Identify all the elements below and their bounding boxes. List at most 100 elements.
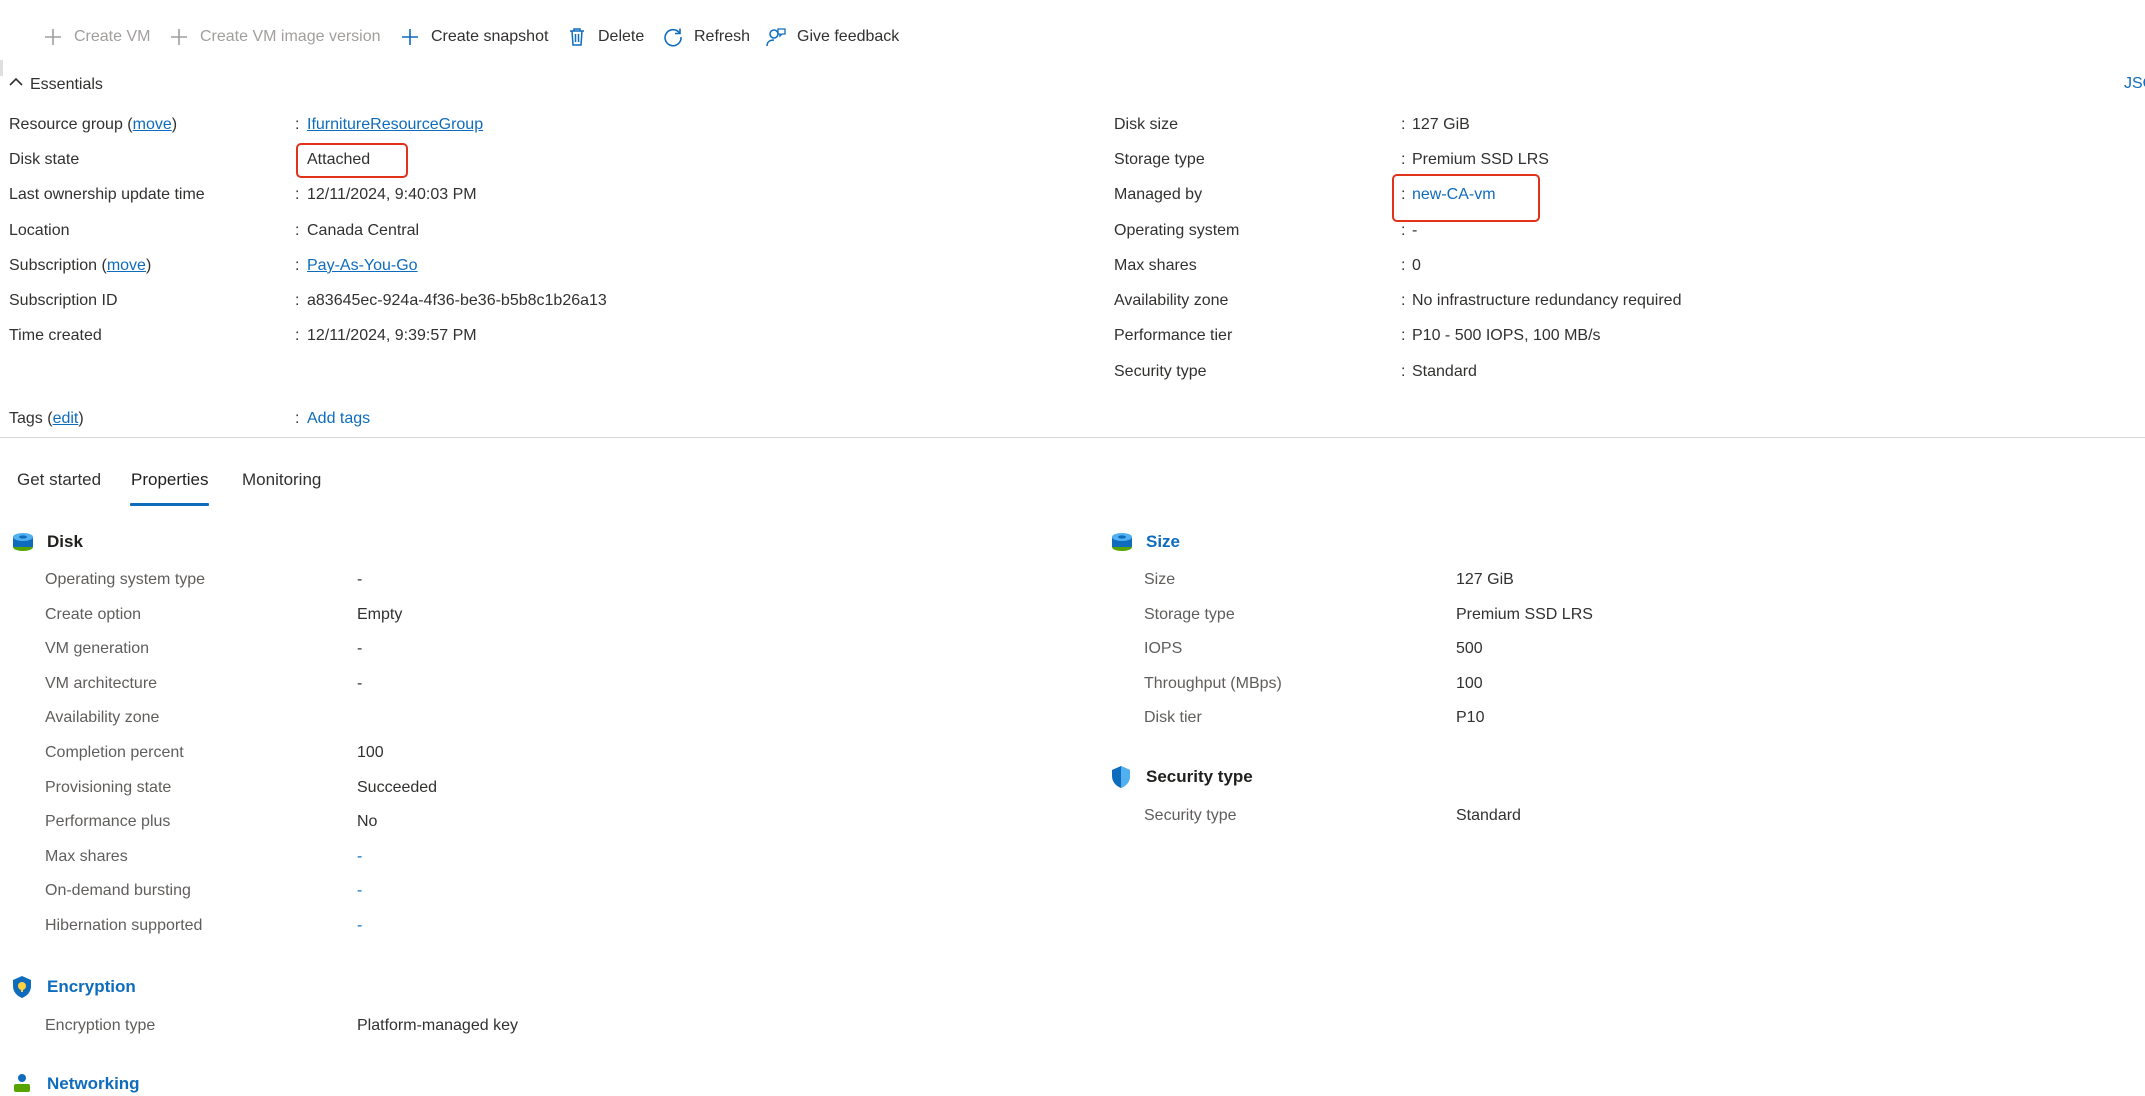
resource-group-label: Resource group (move) [9, 116, 177, 134]
essentials-toggle[interactable]: Essentials [8, 74, 103, 95]
disk-size-value: 127 GiB [1412, 116, 1470, 133]
max-shares-value: 0 [1412, 257, 1421, 274]
move-resource-group-link[interactable]: move [133, 116, 172, 133]
active-tab-indicator [130, 503, 209, 506]
disk-property-label: Max shares [45, 847, 128, 865]
tab-properties[interactable]: Properties [131, 470, 208, 490]
subscription-link[interactable]: Pay-As-You-Go [307, 257, 418, 275]
create-vm-label: Create VM [74, 28, 151, 45]
disk-property-label: VM generation [45, 640, 150, 658]
encryption-title: Encryption [47, 977, 136, 996]
paren-close: ) [78, 410, 84, 427]
security-title: Security type [1146, 767, 1253, 786]
colon: : [295, 257, 300, 274]
create-vm-button[interactable]: Create VM [42, 26, 150, 48]
disk-property-value: 100 [357, 744, 384, 761]
disk-property-label: Availability zone [45, 709, 160, 727]
subscription-id-label: Subscription ID [9, 292, 118, 309]
last-ownership-label: Last ownership update time [9, 186, 205, 203]
time-created-label: Time created [9, 327, 102, 344]
size-property-label: IOPS [1144, 640, 1183, 658]
colon: : [295, 186, 300, 203]
move-subscription-link[interactable]: move [107, 257, 146, 274]
network-icon [11, 1072, 35, 1096]
essentials-title: Essentials [30, 75, 103, 93]
resource-group-label-text: Resource group ( [9, 116, 133, 133]
disk-property-value: - [357, 847, 363, 865]
colon: : [295, 292, 300, 309]
size-property-value: 500 [1456, 640, 1483, 658]
edit-tags-link[interactable]: edit [53, 410, 79, 427]
encryption-type-value: Platform-managed key [357, 1017, 518, 1034]
networking-title: Networking [47, 1074, 140, 1093]
create-vm-image-version-button[interactable]: Create VM image version [168, 26, 381, 48]
command-bar: Create VM Create VM image version Create… [0, 0, 2145, 78]
colon: : [1401, 116, 1406, 133]
colon: : [1401, 327, 1406, 344]
create-vm-image-version-label: Create VM image version [200, 28, 381, 45]
subscription-label-text: Subscription ( [9, 257, 107, 274]
give-feedback-button[interactable]: Give feedback [765, 26, 899, 48]
disk-property-value: - [357, 674, 363, 692]
managed-by-label: Managed by [1114, 186, 1203, 203]
tags-label: Tags (edit) [9, 410, 84, 428]
disk-property-label: Completion percent [45, 744, 184, 761]
size-property-label: Throughput (MBps) [1144, 674, 1282, 692]
disk-property-label: Performance plus [45, 813, 171, 831]
colon: : [1401, 292, 1406, 309]
disk-property-value: - [357, 640, 363, 658]
resource-group-link[interactable]: IfurnitureResourceGroup [307, 116, 483, 134]
security-section-title: Security type [1110, 765, 1253, 789]
essentials-divider [0, 437, 2145, 438]
operating-system-value: - [1412, 222, 1418, 239]
json-view-link[interactable]: JSO [2124, 75, 2145, 93]
chevron-up-icon [8, 74, 24, 95]
disk-property-label: VM architecture [45, 674, 158, 692]
security-type-label: Security type [1114, 363, 1207, 380]
encryption-type-label: Encryption type [45, 1017, 156, 1034]
time-created-value: 12/11/2024, 9:39:57 PM [307, 327, 477, 344]
disk-property-label: On-demand bursting [45, 882, 191, 900]
shield-icon [1110, 765, 1134, 789]
disk-property-label: Create option [45, 605, 142, 623]
max-shares-label: Max shares [1114, 257, 1197, 274]
create-snapshot-button[interactable]: Create snapshot [399, 26, 548, 48]
performance-tier-label: Performance tier [1114, 327, 1233, 344]
plus-icon [168, 26, 190, 48]
subscription-id-value: a83645ec-924a-4f36-be36-b5b8c1b26a13 [307, 292, 607, 309]
tags-label-text: Tags ( [9, 410, 53, 427]
refresh-button[interactable]: Refresh [662, 26, 750, 48]
plus-icon [399, 26, 421, 48]
paren-close: ) [145, 257, 152, 274]
disk-property-value: No [357, 813, 378, 831]
shield-lock-icon [11, 975, 35, 999]
colon: : [295, 116, 300, 133]
colon: : [1401, 222, 1406, 239]
security-type-value: Standard [1412, 363, 1477, 380]
colon: : [1401, 151, 1406, 168]
give-feedback-label: Give feedback [797, 28, 900, 45]
disk-property-value: - [357, 882, 363, 900]
last-ownership-value: 12/11/2024, 9:40:03 PM [307, 186, 477, 203]
tab-monitoring[interactable]: Monitoring [242, 470, 321, 490]
disk-property-label: Operating system type [45, 571, 206, 588]
disk-property-value: Empty [357, 605, 403, 623]
delete-label: Delete [598, 28, 645, 45]
tab-get-started[interactable]: Get started [17, 470, 101, 490]
size-property-value: 100 [1456, 674, 1483, 692]
refresh-label: Refresh [694, 28, 751, 45]
delete-button[interactable]: Delete [566, 26, 644, 48]
storage-type-label: Storage type [1114, 151, 1205, 168]
availability-zone-label: Availability zone [1114, 292, 1229, 309]
location-label: Location [9, 222, 70, 239]
add-tags-link[interactable]: Add tags [307, 410, 370, 428]
subscription-label: Subscription (move) [9, 257, 151, 275]
refresh-icon [662, 26, 684, 48]
encryption-section-title: Encryption [11, 975, 136, 999]
feedback-person-icon [765, 26, 787, 48]
size-property-label: Storage type [1144, 605, 1235, 623]
size-property-value: Premium SSD LRS [1456, 605, 1593, 623]
disk-property-value: - [357, 571, 363, 588]
disk-title: Disk [47, 532, 83, 551]
paren-close: ) [171, 116, 178, 133]
